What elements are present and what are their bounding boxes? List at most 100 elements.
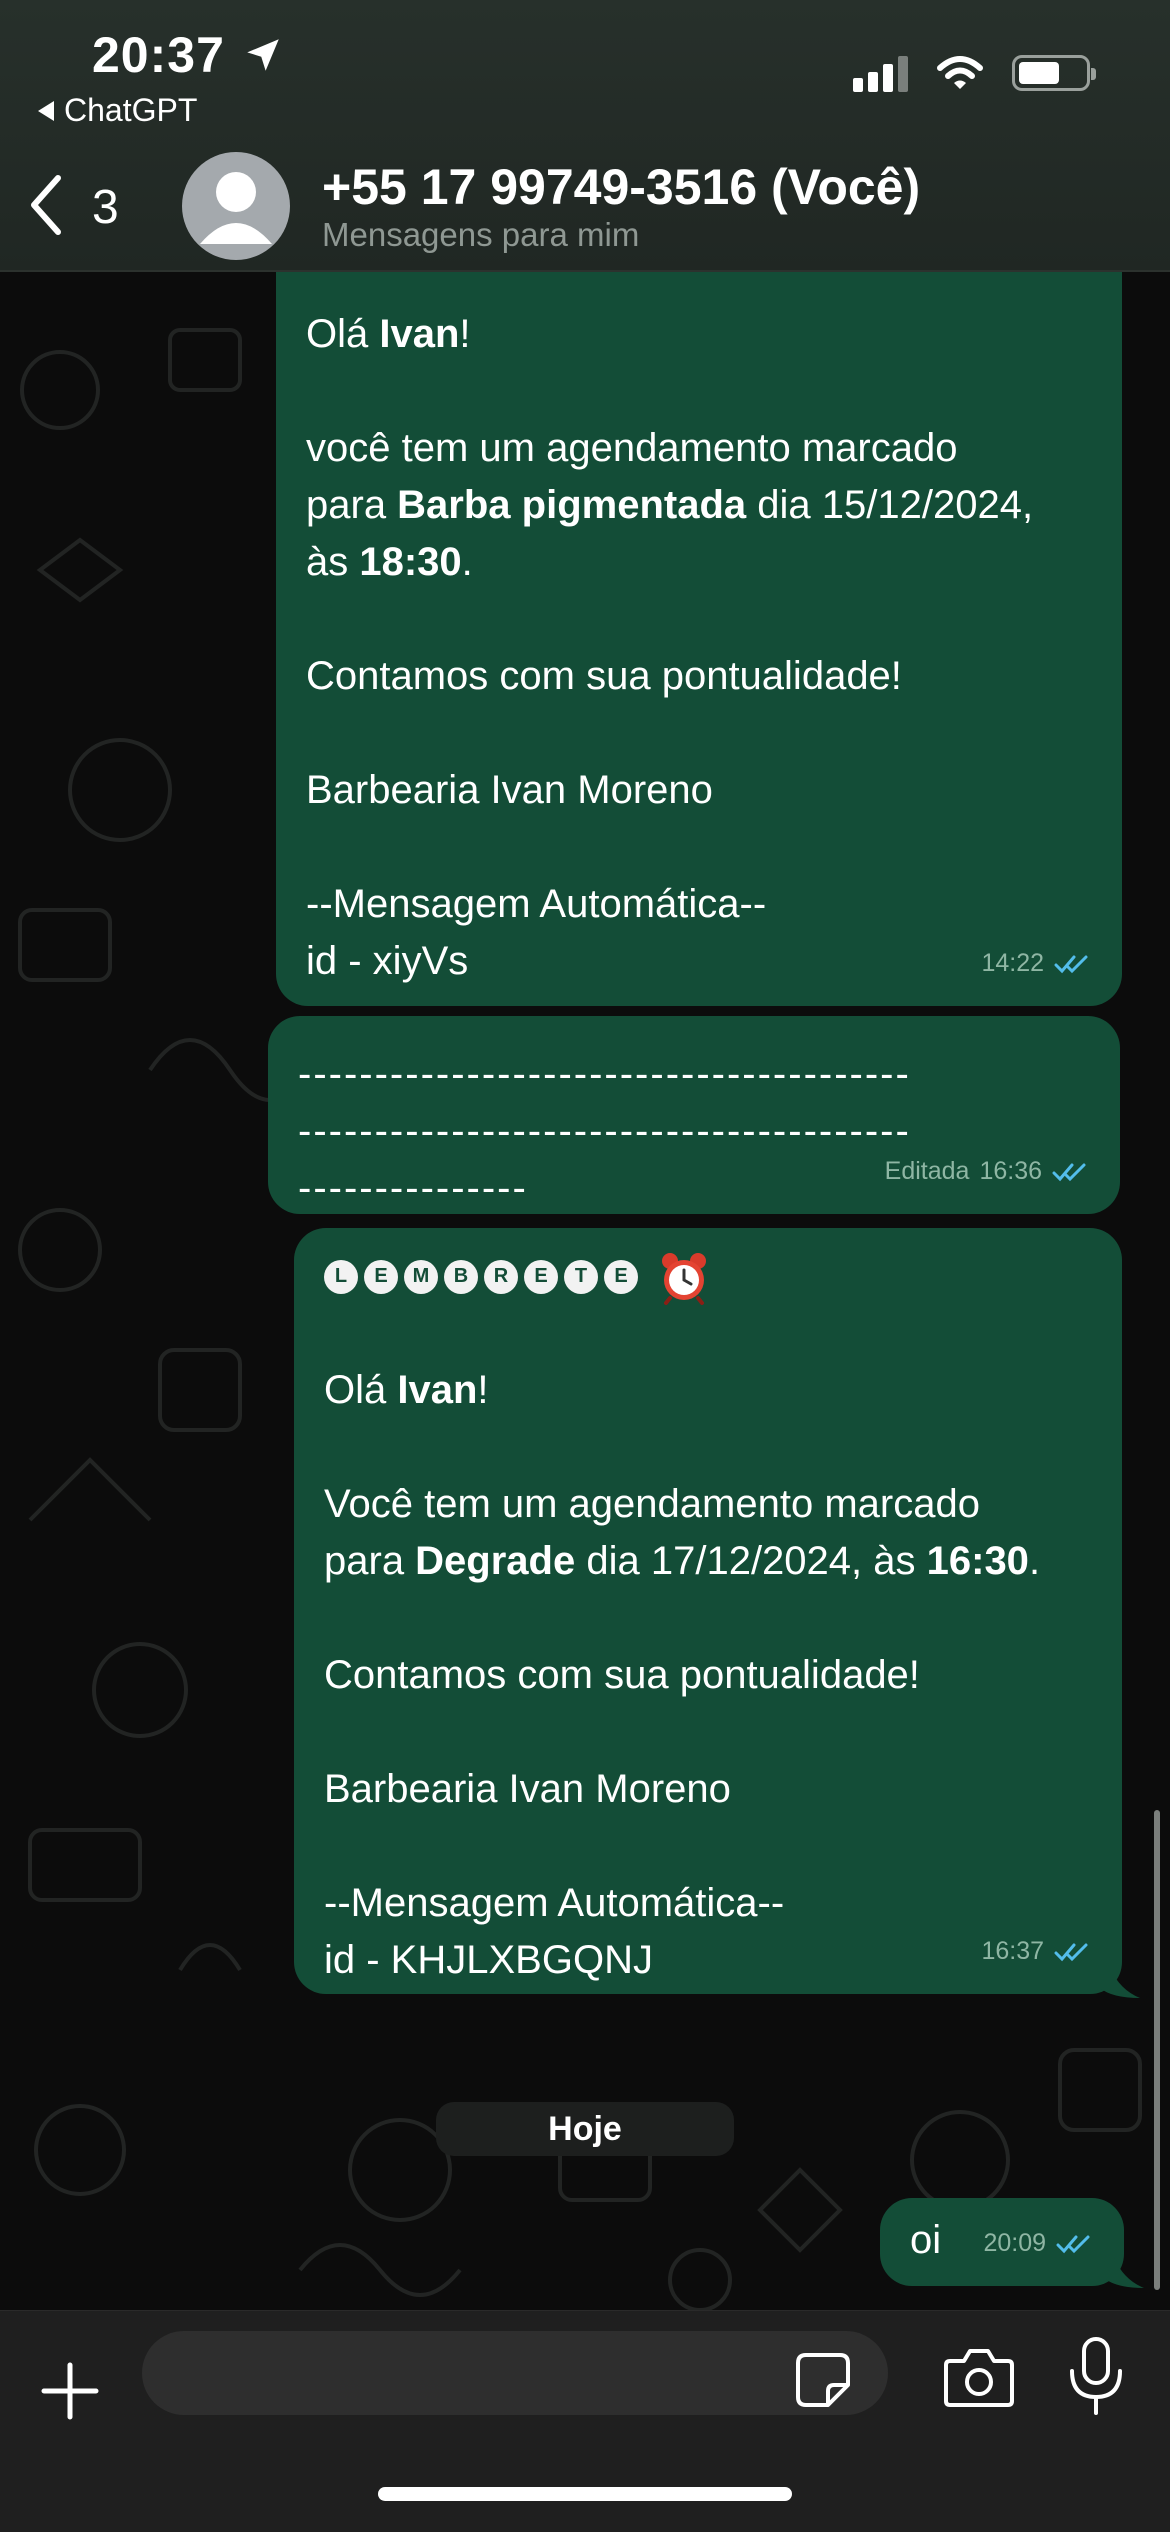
microphone-icon[interactable] [1066,2335,1126,2417]
message-text-run: Contamos com sua pontualidade! [324,1653,920,1697]
message-text-run: id - xiyVs [306,939,469,983]
message-text-line: Olá Ivan! [324,1362,1122,1419]
message-text-line [324,1704,1122,1761]
message-text-line: Barbearia Ivan Moreno [324,1761,1122,1818]
message-text-line [306,819,1122,876]
message-time: 16:37 [981,1937,1044,1965]
message-text-run: Barbearia Ivan Moreno [306,768,713,812]
message-text-run: . [1028,1539,1041,1583]
message-text-line: Você tem um agendamento marcado [324,1476,1122,1533]
message-text-line [324,1818,1122,1875]
message-text-run: id - KHJLXBGQNJ [324,1938,653,1982]
message-text-run: dia 17/12/2024, às [575,1539,927,1583]
back-to-app-link[interactable]: ChatGPT [38,92,197,129]
message-text: Olá Ivan! Você tem um agendamento marcado… [324,1305,1122,1989]
message-text-line: Contamos com sua pontualidade! [324,1647,1122,1704]
message-text-line: Olá Ivan! [306,306,1122,363]
message-text-run: Contamos com sua pontualidade! [306,654,902,698]
bubble-tail [1104,2258,1144,2288]
back-app-label: ChatGPT [64,92,198,128]
message-bold-text: Barba pigmentada [397,483,747,527]
back-triangle-icon [38,100,54,121]
heading-letter: L [324,1259,358,1294]
message-text: Olá Ivan! você tem um agendamento marcado… [306,306,1122,990]
avatar-icon[interactable] [182,152,290,260]
heading-letter: E [364,1259,398,1294]
message-text-line: para Barba pigmentada dia 15/12/2024, [306,477,1122,534]
message-text-line: Barbearia Ivan Moreno [306,762,1122,819]
message-text-run: . [461,540,473,584]
message-text-line: você tem um agendamento marcado [306,420,1122,477]
heading-letter: T [564,1259,598,1294]
wifi-icon [937,56,983,89]
message-text-run: Você tem um agendamento marcado [324,1482,980,1526]
back-chevron-icon[interactable] [26,170,66,240]
message-bubble[interactable]: ----------------------------------------… [268,1016,1120,1214]
message-text-run: para [306,483,398,527]
message-input[interactable] [142,2331,888,2415]
message-text-line [324,1590,1122,1647]
chat-screen: 20:37 ChatGPT 3 +55 17 99749-3516 (Você)… [0,0,1170,2532]
scrollbar[interactable] [1154,1810,1160,2290]
message-text-run: dia 15/12/2024, [746,483,1034,527]
unread-chats-count[interactable]: 3 [92,180,119,235]
camera-icon[interactable] [942,2345,1016,2409]
message-text-run: --Mensagem Automática-- [324,1881,785,1925]
heading-letter: R [484,1259,518,1294]
message-text-line: para Degrade dia 17/12/2024, às 16:30. [324,1533,1122,1590]
message-text-line [306,705,1122,762]
message-text-run: ! [459,312,471,356]
message-meta: 14:22 [981,935,1092,992]
message-text-run: Olá [306,312,380,356]
heading-letter: E [524,1259,558,1294]
location-arrow-icon [247,39,279,71]
message-text-run: para [324,1539,416,1583]
message-text-run: ! [477,1368,489,1412]
message-meta: 20:09 [983,2215,1094,2272]
message-text-line [324,1305,1122,1362]
message-bubble[interactable]: oi 20:09 [880,2198,1124,2286]
message-text-line: Contamos com sua pontualidade! [306,648,1122,705]
double-check-icon [1052,1163,1086,1181]
message-text-line: --Mensagem Automática-- [306,876,1122,933]
message-text-run: --Mensagem Automática-- [306,882,767,926]
contact-name[interactable]: +55 17 99749-3516 (Você) [322,158,920,216]
status-time: 20:37 [92,27,225,83]
message-text-line [306,591,1122,648]
reminder-heading: L E M B R E T E [324,1248,1122,1305]
status-icons [853,54,1096,92]
message-text-line: ---------------------------------------- [298,1052,911,1096]
battery-icon [1012,55,1096,91]
message-bold-text: 18:30 [359,540,462,584]
edited-label: Editada [884,1157,970,1185]
message-text-run: Olá [324,1368,398,1412]
message-meta: Editada 16:36 [885,1143,1090,1200]
heading-letter: E [604,1259,638,1294]
home-indicator [378,2487,792,2501]
contact-subtitle: Mensagens para mim [322,216,640,253]
message-text-line [306,363,1122,420]
message-bold-text: 16:30 [926,1539,1029,1583]
message-time: 14:22 [981,949,1044,977]
message-text-run: você tem um agendamento marcado [306,426,958,470]
double-check-icon [1054,955,1088,973]
message-time: 20:09 [983,2229,1046,2257]
message-bubble[interactable]: Olá Ivan! você tem um agendamento marcado… [276,262,1122,1006]
double-check-icon [1054,1943,1088,1961]
message-bubble[interactable]: L E M B R E T E Olá Ivan! Você tem um age… [294,1228,1122,1994]
input-bar [0,2310,1170,2532]
message-bold-text: Ivan [397,1368,478,1412]
heading-letter: B [444,1259,478,1294]
message-time: 16:36 [979,1157,1042,1185]
alarm-clock-icon [662,1252,706,1305]
message-bold-text: Ivan [379,312,460,356]
plus-icon[interactable] [38,2359,102,2423]
message-text-line: às 18:30. [306,534,1122,591]
sticker-icon[interactable] [794,2351,852,2409]
message-text-run: Barbearia Ivan Moreno [324,1767,731,1811]
message-bold-text: Degrade [415,1539,576,1583]
heading-letter: M [404,1259,438,1294]
message-text-line [324,1419,1122,1476]
day-separator: Hoje [436,2102,734,2156]
message-meta: 16:37 [981,1923,1092,1980]
